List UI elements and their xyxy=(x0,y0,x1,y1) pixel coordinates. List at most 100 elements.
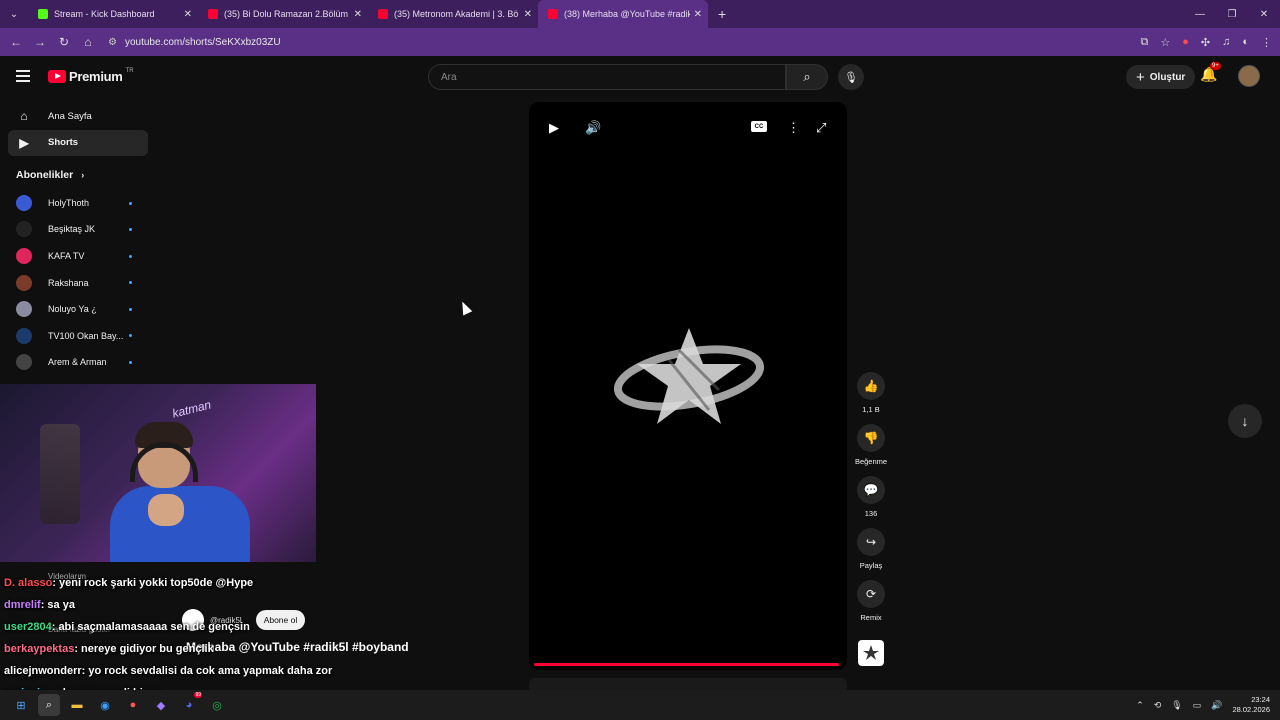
search-task-icon[interactable]: ⌕ xyxy=(38,694,60,716)
action-remix[interactable]: ⟳ Remix xyxy=(852,580,890,632)
subscription-item[interactable]: Noluyo Ya ¿ xyxy=(8,296,148,323)
search-icon[interactable]: ⌕ xyxy=(786,64,828,90)
action-like[interactable]: 👍 1,1 B xyxy=(852,372,890,424)
subscription-item[interactable]: Rakshana xyxy=(8,269,148,296)
tab-search-icon[interactable]: ⌄ xyxy=(0,0,28,28)
new-content-dot xyxy=(129,361,132,365)
new-tab-button[interactable]: + xyxy=(718,6,726,22)
captions-icon[interactable]: CC xyxy=(751,121,767,132)
create-button[interactable]: + Oluştur xyxy=(1126,65,1196,89)
volume-icon[interactable]: 🔊 xyxy=(585,120,601,136)
tab-favicon-icon xyxy=(548,9,558,19)
site-info-icon[interactable]: ⚙ xyxy=(108,37,117,48)
notifications-icon[interactable]: 🔔 9+ xyxy=(1200,62,1221,83)
youtube-premium-logo[interactable]: Premium TR xyxy=(48,68,134,84)
extensions-icon[interactable]: ✣ xyxy=(1201,36,1210,49)
sidebar-item[interactable]: ⌂ Ana Sayfa xyxy=(8,103,148,129)
clock-date: 28.02.2026 xyxy=(1232,705,1270,714)
more-options-icon[interactable]: ⋮ xyxy=(787,120,800,136)
home-browser-icon[interactable]: ⌂ xyxy=(76,28,100,56)
chat-username: user2804 xyxy=(4,621,52,633)
chat-text: : abi saçmalamasaaaa sen de gençsin xyxy=(51,621,250,633)
obs-icon[interactable]: ● xyxy=(122,694,144,716)
shorts-icon: ▶ xyxy=(19,135,29,150)
subscriptions-label: Abonelikler xyxy=(16,168,74,181)
speaker-icon[interactable]: 🔊 xyxy=(1211,700,1222,711)
tab-close-icon[interactable]: ✕ xyxy=(694,9,702,20)
back-icon[interactable]: ← xyxy=(4,28,28,56)
extension-red-icon[interactable]: ● xyxy=(1182,36,1189,48)
subscription-item[interactable]: HolyThoth xyxy=(8,190,148,217)
mic-tray-icon[interactable]: 🎙 xyxy=(1171,700,1182,711)
profile-icon[interactable]: ◐ xyxy=(1242,36,1249,48)
app-icon[interactable]: ◆ xyxy=(150,694,172,716)
close-window-icon[interactable]: ✕ xyxy=(1248,0,1280,28)
tab-close-icon[interactable]: ✕ xyxy=(354,9,362,20)
microphone-icon[interactable]: 🎙 xyxy=(838,64,864,90)
neon-sign: katman xyxy=(170,397,213,421)
subscription-name: TV100 Okan Bay... xyxy=(48,330,124,341)
browser-menu-icon[interactable]: ⋮ xyxy=(1261,36,1272,49)
action-share[interactable]: ↪ Paylaş xyxy=(852,528,890,580)
browser-tab[interactable]: (35) Bi Dolu Ramazan 2.Bölüm | ✕ xyxy=(198,0,368,28)
shorts-player[interactable]: ▶ 🔊 CC ⋮ ⤢ xyxy=(529,102,847,670)
remix-icon[interactable]: ⟳ xyxy=(857,580,885,608)
tab-favicon-icon xyxy=(38,9,48,19)
discord-icon[interactable]: ◕ 99 xyxy=(178,692,202,716)
edge-icon[interactable]: ◉ xyxy=(94,694,116,716)
media-controls-icon[interactable]: ♫ xyxy=(1222,36,1230,48)
share-icon[interactable]: ↪ xyxy=(857,528,885,556)
subscription-item[interactable]: TV100 Okan Bay... xyxy=(8,322,148,349)
search-input[interactable]: Ara xyxy=(428,64,786,90)
dislike-icon[interactable]: 👎 xyxy=(857,424,885,452)
action-label: Paylaş xyxy=(859,561,883,570)
progress-bar[interactable] xyxy=(534,663,839,666)
tab-title: (35) Bi Dolu Ramazan 2.Bölüm | xyxy=(224,9,350,19)
browser-tab[interactable]: (38) Merhaba @YouTube #radik ✕ xyxy=(538,0,708,28)
channel-avatar xyxy=(16,301,32,318)
chat-username: berkaypektas xyxy=(4,643,75,655)
install-icon[interactable]: ⧉ xyxy=(1140,36,1148,49)
subscription-item[interactable]: KAFA TV xyxy=(8,243,148,270)
reload-icon[interactable]: ↻ xyxy=(52,28,76,56)
browser-tab[interactable]: (35) Metronom Akademi | 3. Bö ✕ xyxy=(368,0,538,28)
clock[interactable]: 23:24 28.02.2026 xyxy=(1232,695,1270,715)
channel-avatar xyxy=(16,274,32,291)
url-field[interactable]: ⚙ youtube.com/shorts/SeKXxbz03ZU xyxy=(108,37,281,48)
action-comment[interactable]: 💬 136 xyxy=(852,476,890,528)
stream-chat-overlay: D. alasso: yeni rock şarki yokki top50de… xyxy=(4,572,464,704)
next-video-arrow-icon[interactable]: ↓ xyxy=(1228,404,1262,438)
action-dislike[interactable]: 👎 Beğenme xyxy=(852,424,890,476)
tab-close-icon[interactable]: ✕ xyxy=(184,9,192,20)
tab-close-icon[interactable]: ✕ xyxy=(524,9,532,20)
spotify-icon[interactable]: ◎ xyxy=(206,694,228,716)
action-label: Beğenme xyxy=(854,457,888,466)
sync-icon[interactable]: ⟲ xyxy=(1154,700,1162,711)
url-text: youtube.com/shorts/SeKXxbz03ZU xyxy=(124,36,281,48)
subscriptions-heading[interactable]: Abonelikler › xyxy=(8,160,148,190)
browser-tab[interactable]: Stream - Kick Dashboard ✕ xyxy=(28,0,198,28)
subscription-name: Noluyo Ya ¿ xyxy=(48,304,97,315)
sidebar-item[interactable]: ▶ Shorts xyxy=(8,129,148,156)
minimize-icon[interactable]: — xyxy=(1184,0,1216,28)
account-avatar[interactable] xyxy=(1238,65,1260,87)
streamer xyxy=(110,422,268,562)
fullscreen-icon[interactable]: ⤢ xyxy=(816,120,826,136)
file-explorer-icon[interactable]: ▬ xyxy=(66,694,88,716)
subscription-item[interactable]: Beşiktaş JK xyxy=(8,216,148,243)
chat-username: alicejnwonderr xyxy=(4,665,82,677)
tray-chevron-icon[interactable]: ⌃ xyxy=(1136,700,1144,711)
restore-icon[interactable]: ❐ xyxy=(1216,0,1248,28)
network-icon[interactable]: ▭ xyxy=(1193,700,1202,711)
like-icon[interactable]: 👍 xyxy=(857,372,885,400)
sound-thumbnail[interactable] xyxy=(858,640,884,666)
shelf-figures xyxy=(40,424,80,524)
bookmark-star-icon[interactable]: ☆ xyxy=(1160,36,1170,49)
comment-icon[interactable]: 💬 xyxy=(857,476,885,504)
taskbar: ⊞ ⌕ ▬ ◉ ● ◆ ◕ 99 ◎ ⌃ ⟲ 🎙 ▭ 🔊 23:24 28.02… xyxy=(0,690,1280,720)
menu-icon[interactable] xyxy=(16,70,30,82)
forward-icon[interactable]: → xyxy=(28,28,52,56)
windows-start-icon[interactable]: ⊞ xyxy=(10,694,32,716)
subscription-item[interactable]: Arem & Arman xyxy=(8,349,148,376)
play-icon[interactable]: ▶ xyxy=(549,120,559,136)
